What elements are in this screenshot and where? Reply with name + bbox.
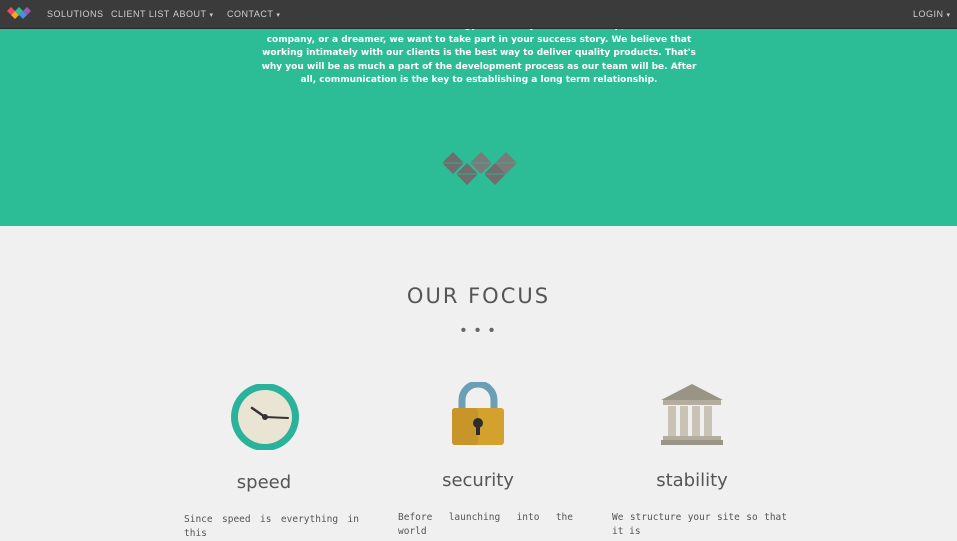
brand-logo-icon[interactable] [7, 7, 31, 21]
feature-text-speed: Since speed is everything in this [184, 514, 359, 539]
top-navbar: SOLUTIONS CLIENT LIST ABOUT ▾ CONTACT ▾ LO… [0, 0, 957, 29]
heading-divider-dots: • • • [460, 322, 497, 339]
nav-solutions[interactable]: SOLUTIONS [47, 0, 104, 28]
nav-contact-dropdown[interactable]: CONTACT ▾ [227, 0, 280, 28]
nav-login-dropdown[interactable]: LOGIN ▾ [913, 0, 951, 28]
chevron-down-icon: ▾ [276, 12, 281, 19]
hero-paragraph: them with the best available technology.… [261, 21, 697, 86]
clock-icon [231, 384, 299, 450]
nav-about-dropdown[interactable]: ABOUT ▾ [173, 0, 214, 28]
hero-section: them with the best available technology.… [0, 0, 957, 226]
feature-text-security: Before launching into the world [398, 512, 573, 537]
focus-heading: OUR FOCUS [406, 284, 551, 308]
feature-title-stability: stability [656, 470, 728, 491]
bank-icon [661, 384, 723, 445]
nav-client-list[interactable]: CLIENT LIST [111, 0, 170, 28]
feature-title-speed: speed [236, 472, 292, 493]
chevron-down-icon: ▾ [209, 12, 214, 19]
padlock-icon [452, 382, 504, 445]
feature-text-stability: We structure your site so that it is [612, 512, 787, 537]
feature-title-security: security [442, 470, 514, 491]
chevron-down-icon: ▾ [946, 12, 951, 19]
company-logo-icon [442, 152, 517, 185]
